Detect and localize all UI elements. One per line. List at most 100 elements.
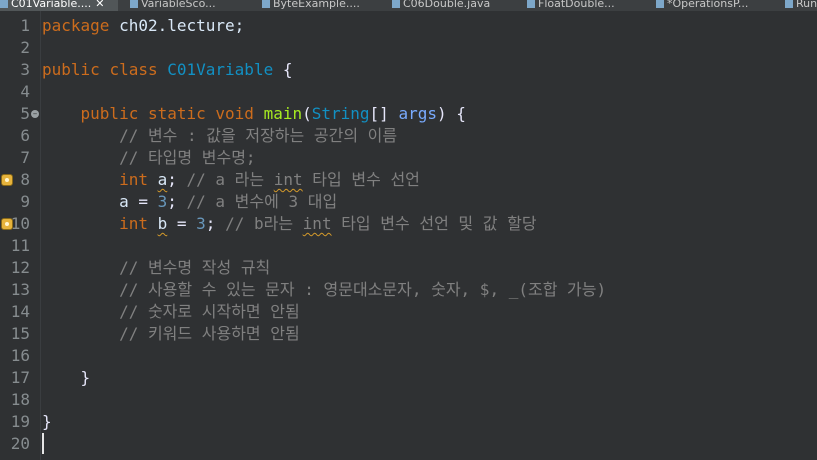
- bracket-token: []: [369, 104, 399, 123]
- line-number: 3: [20, 60, 30, 79]
- line-number-gutter: 1 2 3 4 5 6 7 8 9 10 11 12 13 14 15 16 1…: [0, 11, 40, 460]
- line-number: 20: [10, 434, 30, 453]
- comment-token: // 사용할 수 있는 문자 : 영문대소문자, 숫자, $, _(조합 가능): [119, 280, 607, 299]
- warning-icon[interactable]: [1, 174, 13, 186]
- close-icon[interactable]: ✕: [95, 0, 104, 10]
- code-line-19: }: [42, 411, 52, 433]
- tab-floatdouble[interactable]: FloatDouble...: [527, 0, 637, 11]
- keyword-token: int: [119, 214, 148, 233]
- code-line-3: public class C01Variable {: [42, 59, 292, 81]
- keyword-token: static: [147, 104, 206, 123]
- tab-label: Run: [796, 0, 817, 10]
- line-number: 12: [10, 258, 30, 277]
- java-file-icon: [0, 0, 8, 8]
- tab-label: FloatDouble...: [538, 0, 615, 10]
- code-area[interactable]: package ch02.lecture; public class C01Va…: [42, 11, 817, 460]
- code-line-9: a = 3; // a 변수에 3 대입: [42, 191, 337, 213]
- fold-collapse-icon[interactable]: −: [31, 110, 39, 118]
- variable-token: b: [157, 214, 168, 233]
- semicolon-token: ;: [167, 170, 187, 189]
- brace-token: }: [42, 412, 52, 431]
- java-file-icon: [130, 0, 138, 8]
- line-number: 9: [20, 192, 30, 211]
- number-token: 3: [157, 192, 168, 211]
- line-number: 17: [10, 368, 30, 387]
- comment-token: // 키워드 사용하면 안됨: [119, 324, 300, 343]
- gutter-divider: [40, 11, 41, 460]
- tab-c06double[interactable]: C06Double.java: [392, 0, 502, 11]
- line-number: 14: [10, 302, 30, 321]
- tab-operations[interactable]: *OperationsP...: [656, 0, 776, 11]
- tab-byteexample[interactable]: ByteExample....: [262, 0, 372, 11]
- variable-token: a: [119, 192, 129, 211]
- keyword-token: class: [109, 60, 158, 79]
- brace-token: }: [80, 368, 91, 387]
- semicolon-token: ;: [205, 214, 226, 233]
- java-file-icon: [656, 0, 664, 8]
- keyword-token: int: [119, 170, 148, 189]
- comment-token: // 타입명 변수명;: [119, 148, 256, 167]
- parameter-token: args: [398, 104, 437, 123]
- line-number: 6: [20, 126, 30, 145]
- keyword-token: public: [42, 60, 100, 79]
- code-line-5: public static void main(String[] args) {: [42, 103, 466, 125]
- tab-run[interactable]: Run: [785, 0, 817, 11]
- code-line-15: // 키워드 사용하면 안됨: [42, 323, 300, 345]
- identifier-token: ch02.lecture;: [109, 16, 245, 35]
- comment-token: 타입 변수 선언 및 값 할당: [331, 214, 537, 233]
- line-number: 19: [10, 412, 30, 431]
- paren-token: ) {: [436, 104, 466, 123]
- comment-token: // 숫자로 시작하면 안됨: [119, 302, 300, 321]
- comment-token: // a 라는: [186, 170, 274, 189]
- line-number: 5: [20, 104, 30, 123]
- type-token: String: [311, 104, 370, 123]
- class-name-token: C01Variable: [157, 60, 274, 79]
- line-number: 11: [10, 236, 30, 255]
- code-line-13: // 사용할 수 있는 문자 : 영문대소문자, 숫자, $, _(조합 가능): [42, 279, 606, 301]
- comment-token: 타입 변수 선언: [302, 170, 420, 189]
- tab-label: *OperationsP...: [667, 0, 749, 10]
- line-number: 15: [10, 324, 30, 343]
- code-editor[interactable]: 1 2 3 4 5 6 7 8 9 10 11 12 13 14 15 16 1…: [0, 11, 817, 460]
- semicolon-token: ;: [167, 192, 187, 211]
- code-line-14: // 숫자로 시작하면 안됨: [42, 301, 300, 323]
- method-name-token: main: [263, 104, 303, 123]
- keyword-token: public: [80, 104, 139, 123]
- line-number: 4: [20, 82, 30, 101]
- text-caret: [42, 433, 44, 454]
- comment-token: // a 변수에 3 대입: [186, 192, 338, 211]
- tab-variablescope[interactable]: VariableSco...: [130, 0, 242, 11]
- code-line-17: }: [42, 367, 91, 389]
- code-line-7: // 타입명 변수명;: [42, 147, 256, 169]
- code-line-8: int a; // a 라는 int 타입 변수 선언: [42, 169, 420, 191]
- tab-label: VariableSco...: [141, 0, 216, 10]
- keyword-token: void: [215, 104, 254, 123]
- line-number: 16: [10, 346, 30, 365]
- warning-icon[interactable]: [1, 218, 13, 230]
- tab-label: ByteExample....: [273, 0, 360, 10]
- java-file-icon: [785, 0, 793, 8]
- line-number: 7: [20, 148, 30, 167]
- number-token: 3: [196, 214, 206, 233]
- java-file-icon: [527, 0, 535, 8]
- variable-token: a: [157, 170, 168, 189]
- tab-c01variable[interactable]: C01Variable.... ✕: [0, 0, 118, 11]
- line-number: 1: [20, 16, 30, 35]
- line-number: 2: [20, 38, 30, 57]
- comment-token: int: [302, 214, 332, 233]
- comment-token: // 변수 : 값을 저장하는 공간의 이름: [119, 126, 398, 145]
- keyword-token: package: [42, 16, 110, 35]
- editor-tab-bar: C01Variable.... ✕ VariableSco... ByteExam…: [0, 0, 817, 11]
- comment-token: // 변수명 작성 규칙: [119, 258, 271, 277]
